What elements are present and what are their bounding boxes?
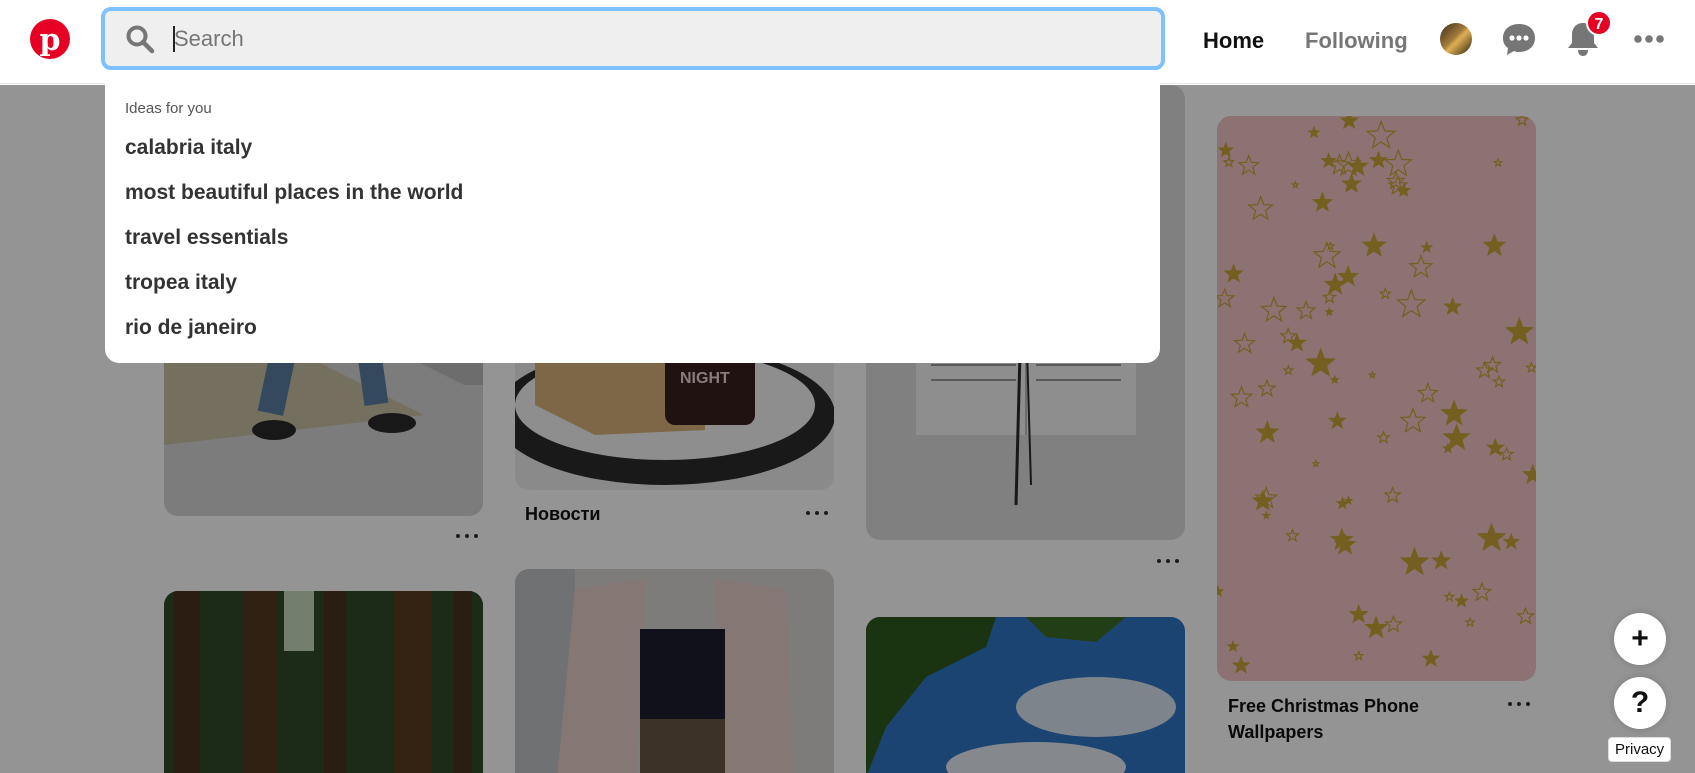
search-icon — [126, 25, 155, 54]
privacy-link[interactable]: Privacy — [1608, 737, 1672, 762]
suggestion-item[interactable]: calabria italy — [125, 136, 252, 160]
nav-following-link[interactable]: Following — [1305, 28, 1408, 54]
messages-icon[interactable] — [1498, 18, 1540, 60]
suggestions-heading: Ideas for you — [125, 100, 212, 117]
help-button[interactable]: ? — [1614, 677, 1666, 729]
suggestion-item[interactable]: tropea italy — [125, 271, 237, 295]
avatar[interactable] — [1440, 23, 1472, 55]
search-box[interactable] — [101, 7, 1165, 70]
search-input[interactable] — [174, 19, 1134, 59]
text-caret — [173, 26, 175, 52]
more-options-icon[interactable] — [1628, 18, 1670, 60]
suggestion-item[interactable]: rio de janeiro — [125, 316, 257, 340]
nav-home-link[interactable]: Home — [1203, 28, 1264, 54]
pinterest-logo-icon[interactable]: p — [30, 19, 70, 59]
svg-text:p: p — [40, 23, 61, 58]
suggestion-item[interactable]: travel essentials — [125, 226, 288, 250]
add-pin-button[interactable]: + — [1614, 613, 1666, 665]
suggestion-item[interactable]: most beautiful places in the world — [125, 181, 463, 205]
search-suggestions-dropdown: Ideas for you calabria italy most beauti… — [105, 72, 1160, 363]
notification-badge: 7 — [1586, 10, 1612, 36]
